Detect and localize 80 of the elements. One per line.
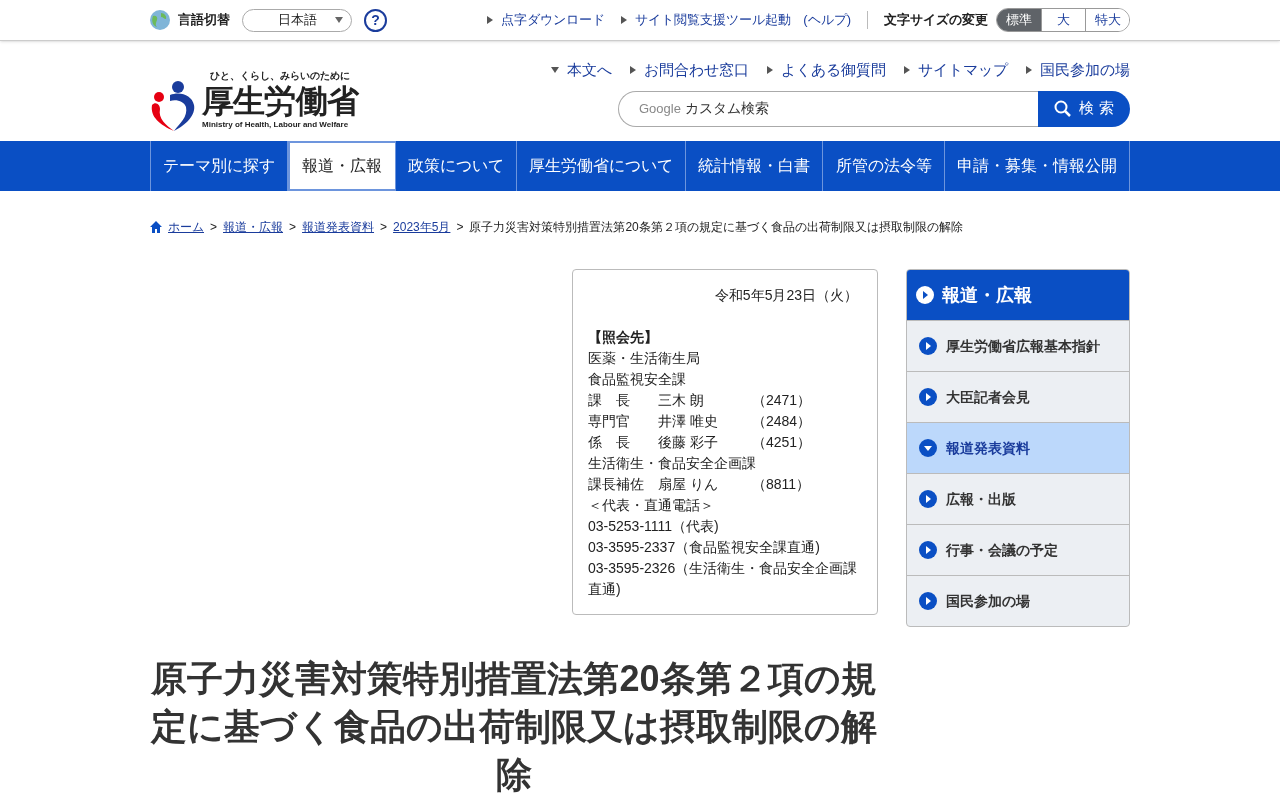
caret-right-icon bbox=[621, 16, 628, 24]
header-link[interactable]: サイトマップ bbox=[904, 59, 1008, 82]
contact-role: 専門官 bbox=[588, 412, 631, 431]
header-link[interactable]: お問合わせ窓口 bbox=[630, 59, 749, 82]
breadcrumb-link[interactable]: 報道・広報 bbox=[223, 218, 283, 236]
contact-line: 食品監視安全課 bbox=[588, 370, 687, 389]
breadcrumb-separator: > bbox=[456, 219, 464, 236]
sidebar-item[interactable]: 国民参加の場 bbox=[907, 575, 1129, 626]
contact-heading: 【照会先】 bbox=[588, 328, 659, 347]
breadcrumb-separator: > bbox=[380, 219, 388, 236]
logo-tagline: ひと、くらし、みらいのために bbox=[210, 69, 351, 83]
contact-extension: （4251） bbox=[752, 433, 812, 452]
contact-extension: （2471） bbox=[752, 391, 812, 410]
breadcrumb-separator: > bbox=[289, 219, 297, 236]
contact-role: 課長補佐 bbox=[588, 475, 645, 494]
sidebar-item[interactable]: 広報・出版 bbox=[907, 473, 1129, 524]
utility-link[interactable]: サイト閲覧支援ツール起動 bbox=[621, 10, 792, 30]
font-size-button[interactable]: 特大 bbox=[1085, 9, 1129, 31]
home-icon bbox=[150, 221, 162, 233]
nav-tab[interactable]: 厚生労働省について bbox=[516, 141, 687, 191]
contact-extension: （8811） bbox=[752, 475, 811, 494]
caret-right-icon bbox=[1026, 66, 1032, 75]
caret-right-icon bbox=[487, 16, 494, 24]
breadcrumb-link[interactable]: 報道発表資料 bbox=[302, 218, 375, 236]
nav-tab[interactable]: 報道・広報 bbox=[288, 141, 396, 191]
contact-role: 係 長 bbox=[588, 433, 631, 452]
nav-tab[interactable]: 政策について bbox=[395, 141, 517, 191]
search-field[interactable]: カスタム検索 bbox=[684, 98, 1038, 119]
language-label: 言語切替 bbox=[178, 11, 230, 30]
contact-line: ＜代表・直通電話＞ bbox=[588, 496, 715, 515]
globe-icon bbox=[150, 10, 170, 30]
breadcrumb-link[interactable]: 2023年5月 bbox=[393, 218, 451, 236]
nav-tab[interactable]: 統計情報・白書 bbox=[686, 141, 824, 191]
logo-text: 厚生労働省 bbox=[202, 83, 358, 119]
contact-line: 医薬・生活衛生局 bbox=[588, 349, 701, 368]
caret-right-icon bbox=[767, 66, 773, 75]
utility-link[interactable]: 点字ダウンロード bbox=[487, 10, 606, 30]
breadcrumb-link[interactable]: ホーム bbox=[168, 218, 204, 236]
breadcrumb-separator: > bbox=[210, 219, 217, 236]
play-circle-icon bbox=[919, 388, 937, 406]
contact-line: 03-5253-1111（代表) bbox=[588, 517, 720, 536]
contact-line: 03-3595-2337（食品監視安全課直通) bbox=[588, 538, 821, 557]
nav-tab[interactable]: 所管の法令等 bbox=[823, 141, 945, 191]
help-button[interactable]: ? bbox=[364, 8, 387, 32]
header-link[interactable]: 国民参加の場 bbox=[1026, 59, 1130, 82]
header-link[interactable]: 本文へ bbox=[551, 59, 612, 82]
header-link[interactable]: よくある御質問 bbox=[767, 59, 886, 82]
caret-right-icon bbox=[904, 66, 910, 75]
play-circle-icon bbox=[919, 490, 937, 508]
contact-line: 03-3595-2326（生活衛生・食品安全企画課直通) bbox=[588, 559, 859, 599]
sidebar-item[interactable]: 行事・会議の予定 bbox=[907, 524, 1129, 575]
sidebar-item[interactable]: 厚生労働省広報基本指針 bbox=[907, 320, 1129, 371]
play-circle-icon bbox=[919, 337, 937, 355]
caret-down-icon bbox=[335, 17, 343, 23]
page-title: 原子力災害対策特別措置法第20条第２項の規定に基づく食品の出荷制限又は摂取制限の解除 bbox=[150, 657, 878, 797]
contact-name: 後藤 彩子 bbox=[658, 433, 719, 452]
play-circle-icon bbox=[916, 286, 934, 304]
font-size-label: 文字サイズの変更 bbox=[884, 11, 988, 30]
contact-extension: （2484） bbox=[752, 412, 812, 431]
search-brand-label: Google bbox=[639, 99, 681, 118]
release-date: 令和5年5月23日（火） bbox=[713, 286, 859, 305]
search-icon bbox=[1054, 100, 1072, 117]
play-circle-icon bbox=[919, 541, 937, 559]
logo-subtext: Ministry of Health, Labour and Welfare bbox=[202, 119, 350, 131]
contact-line: 生活衛生・食品安全企画課 bbox=[588, 454, 757, 473]
sidebar-item[interactable]: 報道発表資料 bbox=[907, 422, 1129, 473]
font-size-button[interactable]: 標準 bbox=[997, 9, 1041, 31]
breadcrumb-current: 原子力災害対策特別措置法第20条第２項の規定に基づく食品の出荷制限又は摂取制限の解除 bbox=[469, 219, 963, 236]
caret-down-circle-icon bbox=[919, 439, 937, 457]
caret-down-icon bbox=[551, 67, 559, 74]
contact-name: 井澤 唯史 bbox=[658, 412, 719, 431]
contact-name: 扇屋 りん bbox=[658, 475, 719, 494]
nav-tab[interactable]: 申請・募集・情報公開 bbox=[944, 141, 1130, 191]
contact-role: 課 長 bbox=[588, 391, 631, 410]
help-link[interactable]: (ヘルプ) bbox=[803, 10, 851, 30]
play-circle-icon bbox=[919, 592, 937, 610]
search-button[interactable]: 検 索 bbox=[1038, 90, 1130, 127]
caret-right-icon bbox=[630, 66, 636, 75]
sidebar-heading: 報道・広報 bbox=[907, 270, 1129, 320]
contact-name: 三木 朗 bbox=[658, 391, 705, 410]
